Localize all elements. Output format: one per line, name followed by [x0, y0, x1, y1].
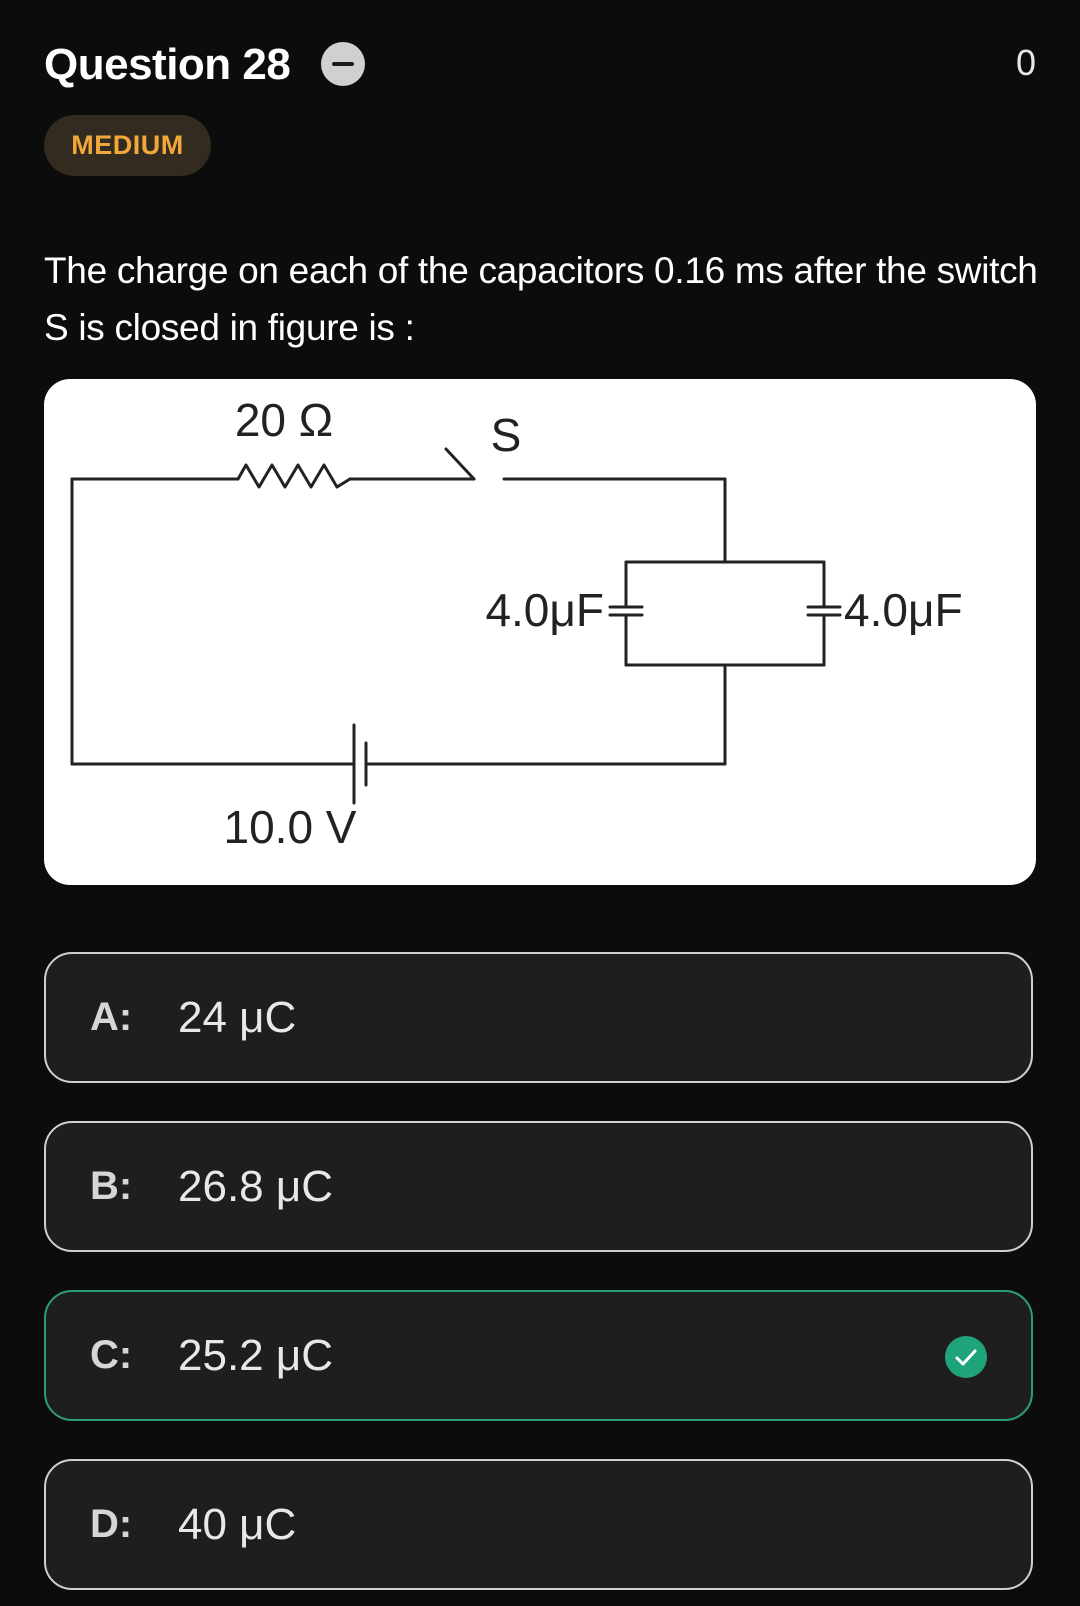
- option-text: 25.2 μC: [178, 1331, 333, 1380]
- switch-label: S: [491, 409, 522, 461]
- option-letter: B:: [90, 1164, 133, 1208]
- battery-label: 10.0 V: [224, 801, 357, 853]
- check-icon: [945, 1336, 987, 1378]
- option-d[interactable]: D: 40 μC: [44, 1459, 1033, 1590]
- question-text: The charge on each of the capacitors 0.1…: [44, 250, 1038, 348]
- collapse-icon[interactable]: [321, 42, 365, 86]
- question-title: Question 28: [44, 40, 291, 89]
- option-text: 24 μC: [178, 993, 297, 1042]
- circuit-diagram: 20 Ω S 4.0μF 4.0μF 10.0 V: [70, 394, 963, 853]
- option-b[interactable]: B: 26.8 μC: [44, 1121, 1033, 1252]
- resistor-label: 20 Ω: [235, 394, 333, 446]
- cap-right-label: 4.0μF: [844, 584, 963, 636]
- score-value: 0: [1015, 42, 1036, 83]
- option-text: 26.8 μC: [178, 1162, 333, 1211]
- cap-left-label: 4.0μF: [485, 584, 604, 636]
- option-letter: D:: [90, 1502, 133, 1546]
- switch-lever: [444, 447, 476, 481]
- circuit-figure: 20 Ω S 4.0μF 4.0μF 10.0 V: [44, 379, 1036, 885]
- option-text: 40 μC: [178, 1500, 297, 1549]
- option-a[interactable]: A: 24 μC: [44, 952, 1033, 1083]
- question-header: Question 28 0: [44, 34, 1036, 94]
- option-letter: A:: [90, 995, 133, 1039]
- option-letter: C:: [90, 1333, 133, 1377]
- resistor-symbol: [236, 463, 352, 489]
- difficulty-badge: MEDIUM: [44, 115, 211, 176]
- option-c[interactable]: C: 25.2 μC: [44, 1290, 1033, 1421]
